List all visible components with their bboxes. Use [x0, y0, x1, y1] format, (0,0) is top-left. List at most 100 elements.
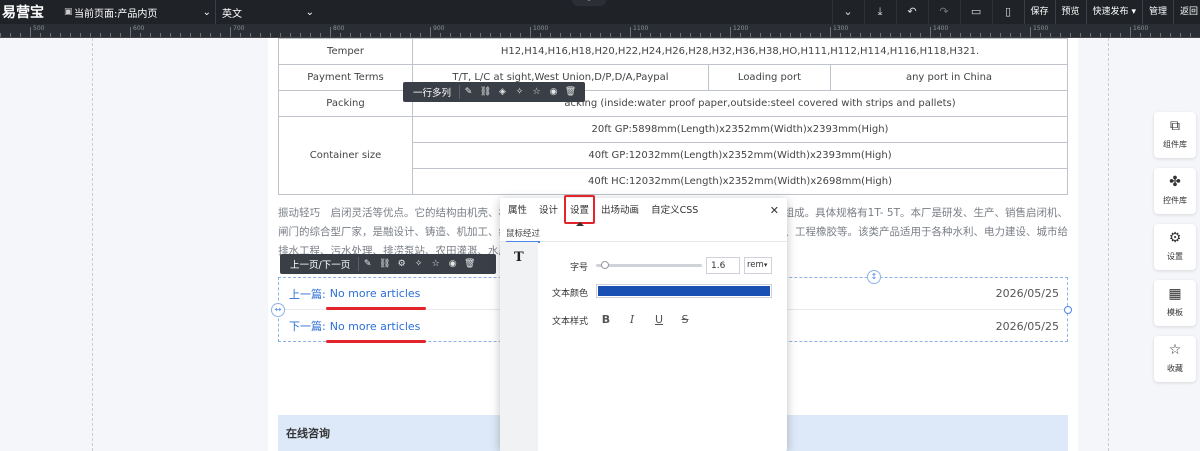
language-selector[interactable]: 英文 ⌄: [222, 0, 318, 24]
ruler-tick: [280, 33, 281, 37]
layers-icon[interactable]: ◈: [494, 87, 511, 97]
preview-button[interactable]: 预览: [1054, 0, 1086, 24]
chevron-down-icon[interactable]: ⌄: [831, 0, 864, 24]
component-library-button[interactable]: ⧉ 组件库: [1154, 112, 1196, 158]
ruler-tick: [550, 33, 551, 37]
ruler-tick: [650, 33, 651, 37]
text-color-label: 文本颜色: [551, 289, 588, 299]
favorites-button[interactable]: ☆ 收藏: [1154, 336, 1196, 382]
bold-button[interactable]: B: [598, 313, 614, 326]
ruler-tick: [1190, 33, 1191, 37]
edit-icon[interactable]: ✎: [359, 259, 376, 269]
quick-publish-label: 快速发布: [1092, 7, 1129, 17]
align-bottom-icon[interactable]: ⤓: [863, 0, 896, 24]
ruler-tick: [890, 33, 891, 37]
slider-knob[interactable]: [600, 261, 609, 269]
back-button[interactable]: 返回: [1172, 0, 1200, 24]
redo-icon[interactable]: ↷: [927, 0, 960, 24]
settings-button[interactable]: ⚙ 设置: [1154, 224, 1196, 270]
next-label: 下一篇:: [289, 320, 326, 333]
ruler-tick: [930, 27, 931, 37]
ruler-tick: [140, 33, 141, 37]
edit-icon[interactable]: ✎: [460, 87, 477, 97]
popup-subtabs: 鼠标经过: [500, 224, 787, 243]
star-icon[interactable]: ☆: [528, 87, 545, 97]
manage-button[interactable]: 管理: [1141, 0, 1173, 24]
subtab-hover[interactable]: 鼠标经过: [506, 227, 541, 243]
table-row: Payment Terms T/T, L/C at sight,West Uni…: [278, 64, 1068, 91]
ruler-tick: [430, 27, 431, 37]
horizontal-ruler: 500 600 700 800 900 1000 1100 1200 1300 1400 1500 1…: [0, 24, 1200, 38]
quick-publish-button[interactable]: 快速发布 ▾: [1085, 0, 1142, 24]
trash-icon[interactable]: 🗑: [562, 87, 579, 97]
underline-button[interactable]: U: [651, 313, 667, 326]
table-cell: Payment Terms: [278, 64, 413, 91]
table-cell: Loading port: [708, 64, 831, 91]
collapse-toolbar-icon[interactable]: ⌃: [572, 0, 606, 6]
eye-icon[interactable]: ◉: [444, 259, 461, 269]
horizontal-resize-icon[interactable]: ↔: [271, 303, 285, 317]
widget-library-button[interactable]: ✤ 控件库: [1154, 168, 1196, 214]
ruler-tick: [160, 33, 161, 37]
ruler-tick: [270, 33, 271, 37]
top-toolbar: 易营宝 ▣ 当前页面:产品内页 ⌄ 英文 ⌄ ⌃ ⌄ ⤓ ↶ ↷ ▭ ▯ 保存 …: [0, 0, 1200, 24]
font-size-input[interactable]: [706, 257, 740, 274]
ruler-tick: [60, 33, 61, 37]
text-type-icon[interactable]: T: [514, 250, 524, 265]
ruler-tick: [10, 33, 11, 37]
ruler-tick: [1060, 33, 1061, 37]
ruler-tick: [390, 33, 391, 37]
ruler-tick: [480, 33, 481, 37]
ruler-tick: [710, 33, 711, 37]
eye-icon[interactable]: ◉: [545, 87, 562, 97]
ruler-tick: [1070, 33, 1071, 37]
next-article-link[interactable]: No more articles: [325, 320, 427, 343]
strikethrough-button[interactable]: S: [677, 313, 693, 326]
text-color-picker[interactable]: [596, 284, 772, 298]
undo-icon[interactable]: ↶: [895, 0, 928, 24]
right-side-panel: ⧉ 组件库 ✤ 控件库 ⚙ 设置 ▦ 模板 ☆ 收藏: [1154, 112, 1196, 392]
vertical-resize-icon[interactable]: ↕: [867, 270, 881, 284]
table-cell: 40ft HC:12032mm(Length)x2352mm(Width)x26…: [412, 168, 1068, 195]
tab-properties[interactable]: 属性: [508, 198, 527, 224]
mobile-view-icon[interactable]: ▯: [991, 0, 1024, 24]
ruler-tick: [1100, 33, 1101, 37]
ruler-tick: [200, 33, 201, 37]
save-button[interactable]: 保存: [1023, 0, 1055, 24]
gear-icon[interactable]: ⚙: [393, 259, 410, 269]
gear-icon: ⚙: [1168, 230, 1182, 246]
font-unit-select[interactable]: rem▾: [744, 257, 772, 274]
ruler-tick: [290, 33, 291, 37]
ruler-tick: [1110, 33, 1111, 37]
tab-custom-css[interactable]: 自定义CSS: [651, 198, 698, 224]
resize-handle-right[interactable]: [1064, 306, 1072, 314]
table-cell: Temper: [278, 38, 413, 65]
page-selector[interactable]: ▣ 当前页面:产品内页 ⌄: [64, 0, 216, 24]
font-size-slider[interactable]: [596, 261, 702, 269]
text-style-label: 文本样式: [551, 317, 588, 327]
ruler-tick: [600, 33, 601, 37]
ruler-label: 900: [433, 25, 445, 32]
ruler-tick: [810, 33, 811, 37]
ruler-tick: [910, 33, 911, 37]
tab-settings[interactable]: 设置: [564, 195, 596, 226]
ruler-tick: [790, 33, 791, 37]
close-icon[interactable]: ✕: [770, 204, 779, 217]
unlink-icon[interactable]: ⛓: [477, 87, 494, 97]
tab-entrance-animation[interactable]: 出场动画: [601, 198, 639, 224]
magic-wand-icon[interactable]: ✧: [410, 259, 427, 269]
tab-design[interactable]: 设计: [539, 198, 558, 224]
prev-article-link[interactable]: No more articles: [325, 287, 427, 310]
template-button[interactable]: ▦ 模板: [1154, 280, 1196, 326]
ruler-tick: [640, 33, 641, 37]
desktop-view-icon[interactable]: ▭: [959, 0, 992, 24]
ruler-tick: [920, 33, 921, 37]
trash-icon[interactable]: 🗑: [461, 259, 478, 269]
magic-wand-icon[interactable]: ✧: [511, 87, 528, 97]
star-icon[interactable]: ☆: [427, 259, 444, 269]
italic-button[interactable]: I: [624, 313, 640, 326]
ruler-tick: [490, 33, 491, 37]
ruler-tick: [40, 33, 41, 37]
table-cell: Container size: [278, 116, 413, 195]
unlink-icon[interactable]: ⛓: [376, 259, 393, 269]
